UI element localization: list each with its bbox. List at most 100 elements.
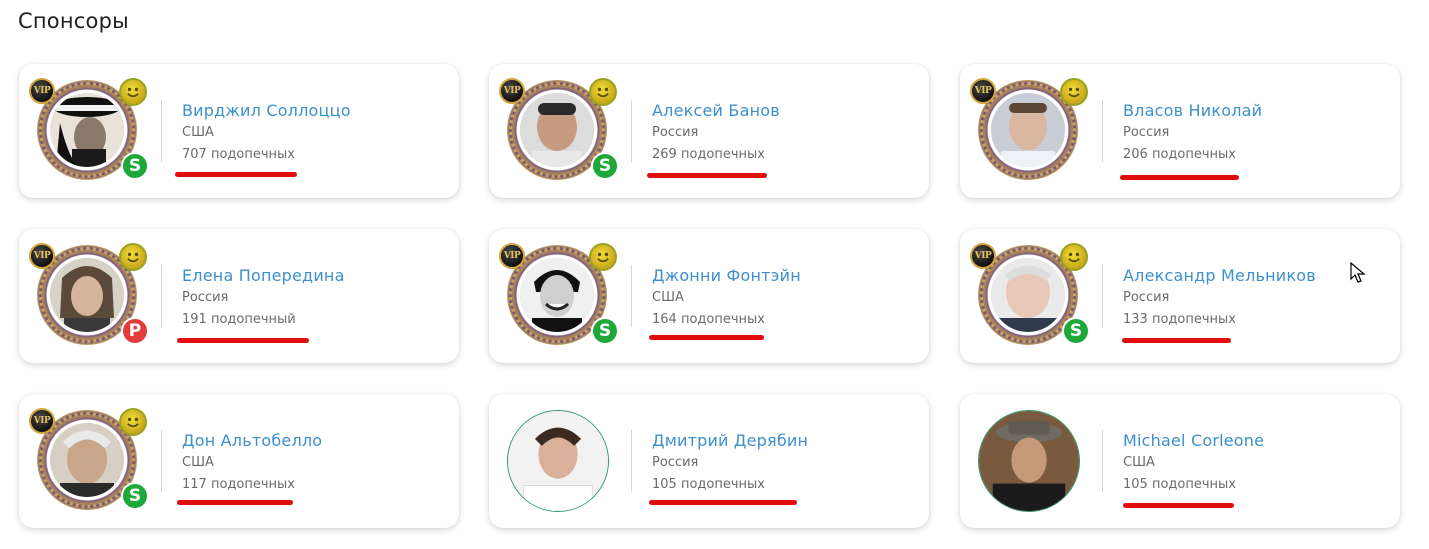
- sponsor-card[interactable]: VIP S Джонни Фонтэйн США 164 подопечных: [489, 229, 929, 363]
- smile-badge-icon: [119, 78, 147, 106]
- divider: [1102, 265, 1103, 327]
- sponsor-referral-count: 105 подопечных: [1123, 477, 1236, 492]
- sponsor-country: Россия: [182, 290, 229, 305]
- divider: [1102, 430, 1103, 492]
- avatar[interactable]: VIP S: [970, 243, 1090, 349]
- sponsor-referral-count: 164 подопечных: [652, 312, 765, 327]
- divider: [161, 100, 162, 162]
- smile-badge-icon: [1060, 243, 1088, 271]
- highlight-underline: [177, 500, 293, 505]
- mouse-cursor-icon: [1350, 262, 1366, 283]
- sponsor-card[interactable]: VIP Власов Николай Россия 206 подопечных: [960, 64, 1400, 198]
- sponsor-info: Власов Николай Россия 206 подопечных: [1123, 100, 1393, 164]
- sponsor-card[interactable]: Дмитрий Дерябин Россия 105 подопечных: [489, 394, 929, 528]
- avatar-photo: [991, 93, 1065, 167]
- avatar[interactable]: VIP: [970, 78, 1088, 184]
- status-badge: P: [121, 317, 149, 345]
- sponsor-name-link[interactable]: Michael Corleone: [1123, 430, 1393, 452]
- status-badge: S: [1062, 317, 1090, 345]
- highlight-underline: [175, 172, 297, 177]
- vip-badge-icon: VIP: [499, 78, 525, 104]
- avatar-photo: [978, 410, 1080, 512]
- avatar-photo: [50, 423, 124, 497]
- vip-badge-icon: VIP: [29, 243, 55, 269]
- sponsor-card[interactable]: VIP S Александр Мельников Россия 133 под…: [960, 229, 1400, 363]
- vip-badge-icon: VIP: [29, 78, 55, 104]
- avatar-photo: [50, 258, 124, 332]
- highlight-underline: [649, 500, 797, 505]
- vip-badge-icon: VIP: [970, 243, 996, 269]
- sponsor-card[interactable]: VIP S Дон Альтобелло США 117 подопечных: [19, 394, 459, 528]
- sponsor-country: США: [652, 290, 684, 305]
- sponsor-card[interactable]: VIP P Елена Попередина Россия 191 подопе…: [19, 229, 459, 363]
- sponsor-info: Дмитрий Дерябин Россия 105 подопечных: [652, 430, 922, 494]
- status-badge: S: [121, 152, 149, 180]
- sponsor-country: Россия: [1123, 290, 1170, 305]
- highlight-underline: [1123, 503, 1234, 508]
- avatar-photo: [50, 93, 124, 167]
- sponsors-grid: VIP S Вирджил Соллоццо США 707 подопечны…: [0, 0, 1429, 549]
- sponsor-referral-count: 269 подопечных: [652, 147, 765, 162]
- sponsor-country: США: [182, 455, 214, 470]
- sponsor-country: США: [1123, 455, 1155, 470]
- avatar-photo: [991, 258, 1065, 332]
- sponsor-country: Россия: [1123, 125, 1170, 140]
- sponsor-country: США: [182, 125, 214, 140]
- avatar[interactable]: VIP S: [499, 78, 619, 184]
- avatar-photo: [520, 93, 594, 167]
- smile-badge-icon: [119, 243, 147, 271]
- sponsor-referral-count: 133 подопечных: [1123, 312, 1236, 327]
- sponsor-card[interactable]: VIP S Алексей Банов Россия 269 подопечны…: [489, 64, 929, 198]
- sponsor-name-link[interactable]: Дмитрий Дерябин: [652, 430, 922, 452]
- sponsor-referral-count: 707 подопечных: [182, 147, 295, 162]
- smile-badge-icon: [1060, 78, 1088, 106]
- avatar[interactable]: VIP S: [29, 408, 149, 514]
- status-badge: S: [591, 152, 619, 180]
- sponsor-country: Россия: [652, 125, 699, 140]
- sponsor-card[interactable]: VIP S Вирджил Соллоццо США 707 подопечны…: [19, 64, 459, 198]
- sponsor-name-link[interactable]: Елена Попередина: [182, 265, 452, 287]
- sponsor-name-link[interactable]: Алексей Банов: [652, 100, 922, 122]
- sponsor-referral-count: 105 подопечных: [652, 477, 765, 492]
- sponsor-referral-count: 117 подопечных: [182, 477, 295, 492]
- avatar[interactable]: [507, 408, 609, 514]
- vip-badge-icon: VIP: [499, 243, 525, 269]
- sponsor-name-link[interactable]: Вирджил Соллоццо: [182, 100, 452, 122]
- sponsor-info: Дон Альтобелло США 117 подопечных: [182, 430, 452, 494]
- sponsor-name-link[interactable]: Власов Николай: [1123, 100, 1393, 122]
- divider: [631, 265, 632, 327]
- avatar-photo: [507, 410, 609, 512]
- highlight-underline: [177, 338, 309, 343]
- sponsor-country: Россия: [652, 455, 699, 470]
- sponsor-info: Елена Попередина Россия 191 подопечный: [182, 265, 452, 329]
- avatar-photo: [520, 258, 594, 332]
- avatar[interactable]: VIP P: [29, 243, 149, 349]
- vip-badge-icon: VIP: [29, 408, 55, 434]
- sponsor-info: Michael Corleone США 105 подопечных: [1123, 430, 1393, 494]
- sponsor-name-link[interactable]: Дон Альтобелло: [182, 430, 452, 452]
- divider: [631, 100, 632, 162]
- avatar[interactable]: VIP S: [29, 78, 149, 184]
- divider: [631, 430, 632, 492]
- highlight-underline: [649, 335, 764, 340]
- sponsor-referral-count: 206 подопечных: [1123, 147, 1236, 162]
- highlight-underline: [1122, 338, 1231, 343]
- smile-badge-icon: [589, 78, 617, 106]
- avatar[interactable]: VIP S: [499, 243, 619, 349]
- divider: [161, 430, 162, 492]
- highlight-underline: [647, 173, 767, 178]
- smile-badge-icon: [589, 243, 617, 271]
- avatar[interactable]: [978, 408, 1080, 514]
- divider: [1102, 100, 1103, 162]
- status-badge: S: [121, 482, 149, 510]
- vip-badge-icon: VIP: [970, 78, 996, 104]
- sponsor-info: Джонни Фонтэйн США 164 подопечных: [652, 265, 922, 329]
- sponsor-name-link[interactable]: Джонни Фонтэйн: [652, 265, 922, 287]
- highlight-underline: [1120, 175, 1239, 180]
- sponsor-card[interactable]: Michael Corleone США 105 подопечных: [960, 394, 1400, 528]
- sponsor-referral-count: 191 подопечный: [182, 312, 296, 327]
- smile-badge-icon: [119, 408, 147, 436]
- status-badge: S: [591, 317, 619, 345]
- sponsor-info: Алексей Банов Россия 269 подопечных: [652, 100, 922, 164]
- divider: [161, 265, 162, 327]
